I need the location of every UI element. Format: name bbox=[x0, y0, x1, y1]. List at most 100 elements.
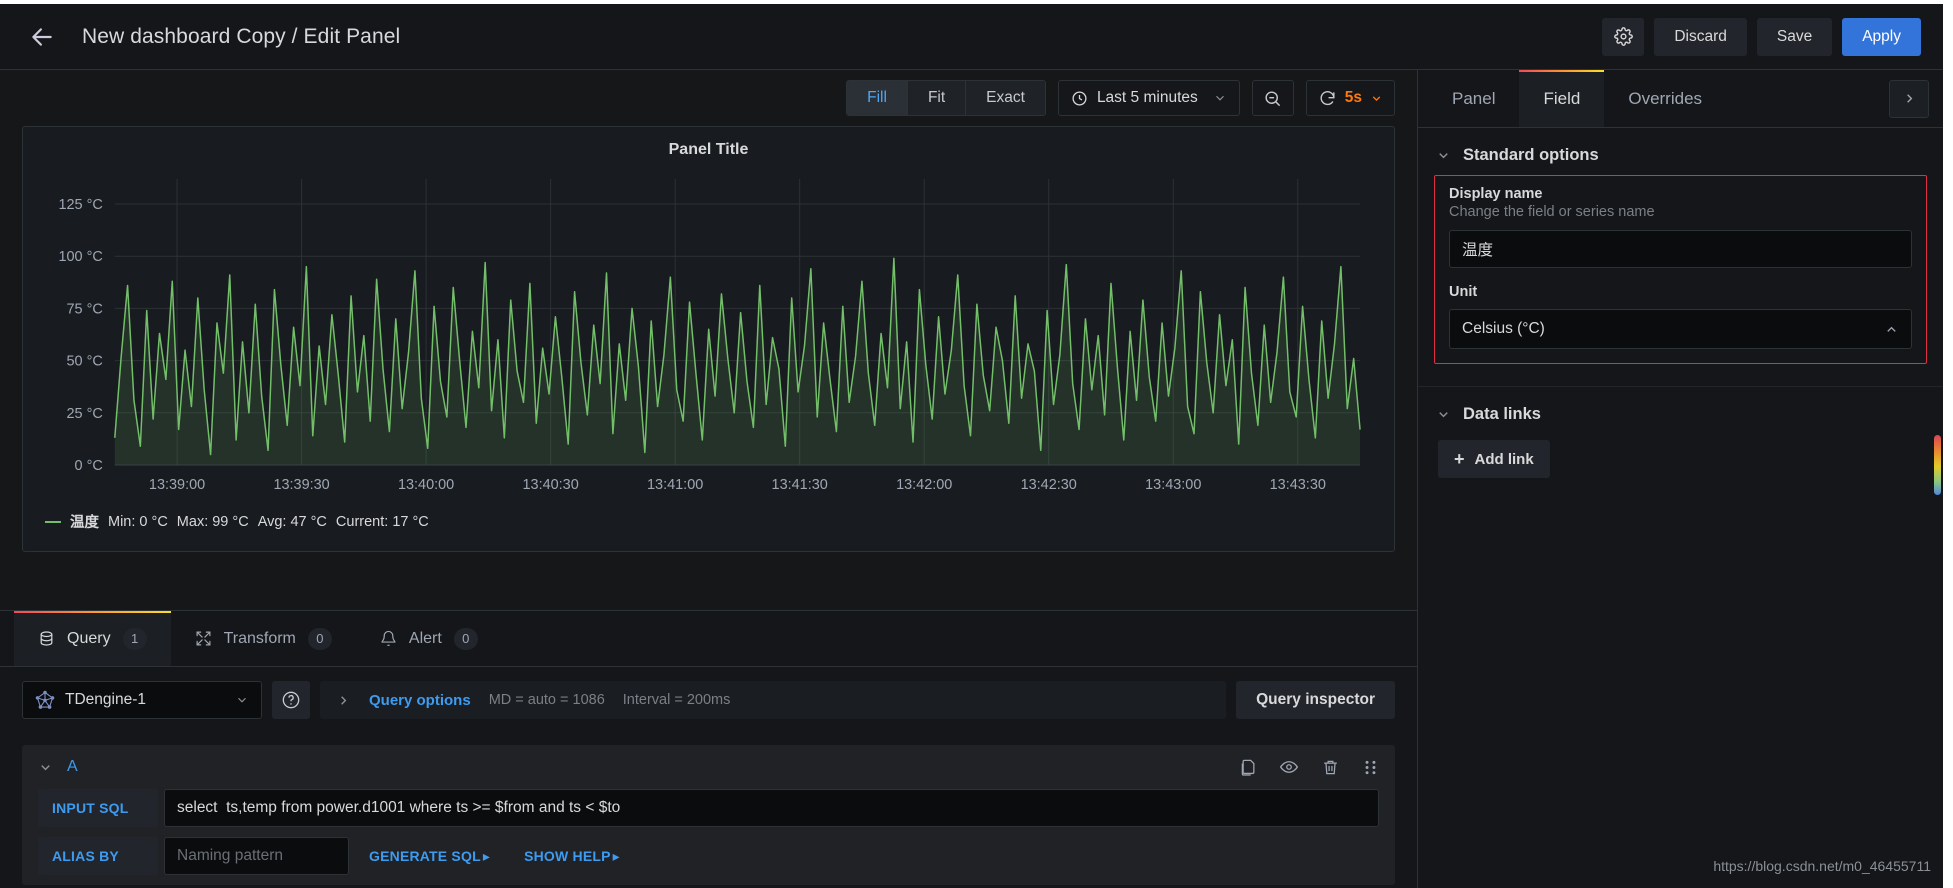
chevron-right-icon bbox=[341, 695, 347, 705]
graph-panel: Panel Title 0 °C 25 °C 50 °C 75 °C 100 °C 125… bbox=[22, 126, 1395, 552]
tab-query-badge: 1 bbox=[122, 627, 147, 650]
query-options-bar[interactable]: Query options MD = auto = 1086 Interval … bbox=[320, 681, 1227, 719]
collapse-options-button[interactable] bbox=[1889, 79, 1929, 118]
svg-text:50 °C: 50 °C bbox=[67, 354, 103, 370]
svg-text:13:40:30: 13:40:30 bbox=[523, 477, 579, 493]
back-button[interactable] bbox=[22, 17, 62, 57]
page-gutter-right bbox=[1943, 0, 1953, 888]
input-sql-label: INPUT SQL bbox=[38, 789, 158, 827]
chevron-down-icon bbox=[1439, 153, 1448, 159]
save-button[interactable]: Save bbox=[1756, 17, 1833, 56]
panel-container: Panel Title 0 °C 25 °C 50 °C 75 °C 100 °C 125… bbox=[0, 126, 1417, 552]
page-gutter-top bbox=[0, 0, 1953, 4]
svg-text:13:43:00: 13:43:00 bbox=[1145, 477, 1201, 493]
copy-icon[interactable] bbox=[1238, 758, 1257, 777]
query-options-label: Query options bbox=[369, 691, 471, 709]
query-inspector-button[interactable]: Query inspector bbox=[1236, 681, 1395, 719]
data-links-title: Data links bbox=[1463, 405, 1541, 423]
panel-options-pane: Panel Field Overrides Standard options D… bbox=[1417, 70, 1943, 888]
query-row-actions bbox=[1238, 757, 1379, 777]
timeseries-chart: 0 °C 25 °C 50 °C 75 °C 100 °C 125 °C 13:39:00 1… bbox=[58, 179, 1361, 493]
legend-stat-current: Current: 17 °C bbox=[335, 513, 429, 530]
fit-mode-exact[interactable]: Exact bbox=[966, 81, 1045, 115]
plus-icon: + bbox=[1454, 449, 1465, 469]
query-tabs: Query 1 Transform 0 Alert 0 bbox=[0, 611, 1417, 667]
query-row-header: A bbox=[22, 745, 1395, 789]
generate-sql-button[interactable]: GENERATE SQL ▸ bbox=[355, 837, 504, 875]
datasource-help-button[interactable] bbox=[272, 681, 310, 719]
grafana-edit-panel-app: New dashboard Copy / Edit Panel Discard … bbox=[0, 0, 1953, 888]
tab-field[interactable]: Field bbox=[1519, 70, 1605, 127]
top-navbar: New dashboard Copy / Edit Panel Discard … bbox=[0, 4, 1943, 70]
legend-series-name[interactable]: 温度 bbox=[70, 511, 99, 532]
panel-settings-button[interactable] bbox=[1602, 17, 1645, 56]
interval-value: Interval = 200ms bbox=[622, 692, 731, 708]
trash-icon[interactable] bbox=[1321, 758, 1340, 777]
datasource-name: TDengine-1 bbox=[65, 691, 146, 708]
svg-text:125 °C: 125 °C bbox=[58, 197, 102, 213]
tab-transform[interactable]: Transform 0 bbox=[171, 611, 356, 666]
tab-alert[interactable]: Alert 0 bbox=[356, 611, 502, 666]
display-name-label: Display name bbox=[1449, 186, 1543, 202]
show-help-button[interactable]: SHOW HELP ▸ bbox=[510, 837, 634, 875]
standard-options-title: Standard options bbox=[1463, 146, 1599, 164]
refresh-button[interactable]: 5s bbox=[1305, 80, 1395, 116]
tdengine-icon bbox=[35, 690, 55, 709]
svg-text:0 °C: 0 °C bbox=[75, 458, 103, 474]
tab-overrides[interactable]: Overrides bbox=[1604, 70, 1726, 127]
zoom-out-button[interactable] bbox=[1251, 80, 1294, 116]
datasource-picker[interactable]: TDengine-1 bbox=[22, 681, 262, 719]
add-link-label: Add link bbox=[1474, 450, 1534, 468]
chevron-down-icon[interactable] bbox=[38, 760, 53, 775]
caret-right-icon: ▸ bbox=[482, 847, 491, 864]
discard-button[interactable]: Discard bbox=[1654, 17, 1747, 56]
legend-color-swatch bbox=[45, 520, 61, 523]
alias-by-field[interactable] bbox=[164, 837, 349, 875]
query-refid-label[interactable]: A bbox=[67, 758, 78, 776]
svg-text:13:43:30: 13:43:30 bbox=[1270, 477, 1326, 493]
chevron-down-icon bbox=[1372, 95, 1381, 101]
chart-area[interactable]: 0 °C 25 °C 50 °C 75 °C 100 °C 125 °C 13:39:00 1… bbox=[23, 165, 1380, 505]
svg-text:13:39:30: 13:39:30 bbox=[273, 477, 329, 493]
panel-edit-left-column: Fill Fit Exact Last 5 minutes 5s Panel T… bbox=[0, 70, 1417, 888]
tab-alert-badge: 0 bbox=[453, 627, 478, 650]
time-range-label: Last 5 minutes bbox=[1096, 89, 1198, 106]
legend-stat-min: Min: 0 °C bbox=[108, 513, 168, 530]
page-title: New dashboard Copy / Edit Panel bbox=[82, 24, 401, 48]
input-sql-field[interactable] bbox=[164, 789, 1379, 827]
chevron-down-icon bbox=[1215, 95, 1224, 101]
tab-alert-label: Alert bbox=[408, 629, 442, 647]
bell-icon bbox=[381, 630, 396, 646]
options-scrollbar[interactable] bbox=[1934, 435, 1941, 495]
apply-button[interactable]: Apply bbox=[1842, 17, 1921, 56]
chevron-right-icon bbox=[1906, 94, 1912, 103]
refresh-icon bbox=[1320, 90, 1335, 105]
tab-query[interactable]: Query 1 bbox=[14, 611, 171, 666]
database-icon bbox=[40, 631, 53, 646]
watermark-text: https://blog.csdn.net/m0_46455711 bbox=[1713, 858, 1931, 874]
refresh-interval-label: 5s bbox=[1344, 89, 1362, 106]
data-links-header[interactable]: Data links bbox=[1418, 387, 1943, 434]
topnav-actions: Discard Save Apply bbox=[1602, 17, 1921, 56]
max-data-points-value: MD = auto = 1086 bbox=[488, 692, 605, 708]
display-name-input[interactable] bbox=[1449, 230, 1912, 268]
unit-select[interactable]: Celsius (°C) bbox=[1449, 309, 1912, 349]
arrow-left-icon bbox=[32, 27, 52, 46]
tab-query-label: Query bbox=[67, 629, 111, 647]
input-sql-row: INPUT SQL bbox=[22, 789, 1395, 837]
drag-handle-icon[interactable] bbox=[1362, 758, 1379, 777]
time-range-picker[interactable]: Last 5 minutes bbox=[1057, 80, 1240, 116]
fit-mode-fill[interactable]: Fill bbox=[847, 81, 908, 115]
eye-icon[interactable] bbox=[1279, 757, 1299, 777]
tab-panel[interactable]: Panel bbox=[1428, 70, 1519, 127]
query-row-a: A INPUT SQL select ts,temp from power.d1… bbox=[22, 745, 1395, 885]
standard-options-header[interactable]: Standard options bbox=[1418, 128, 1943, 175]
svg-text:75 °C: 75 °C bbox=[67, 301, 103, 317]
svg-text:13:42:00: 13:42:00 bbox=[896, 477, 952, 493]
generate-sql-label: GENERATE SQL bbox=[369, 848, 481, 864]
visualization-toolbar: Fill Fit Exact Last 5 minutes 5s bbox=[0, 70, 1417, 126]
add-link-button[interactable]: + Add link bbox=[1438, 440, 1550, 478]
gear-icon bbox=[1613, 27, 1633, 46]
fit-mode-fit[interactable]: Fit bbox=[907, 81, 967, 115]
alias-by-row: ALIAS BY GENERATE SQL ▸ SHOW HELP ▸ bbox=[22, 837, 1395, 885]
